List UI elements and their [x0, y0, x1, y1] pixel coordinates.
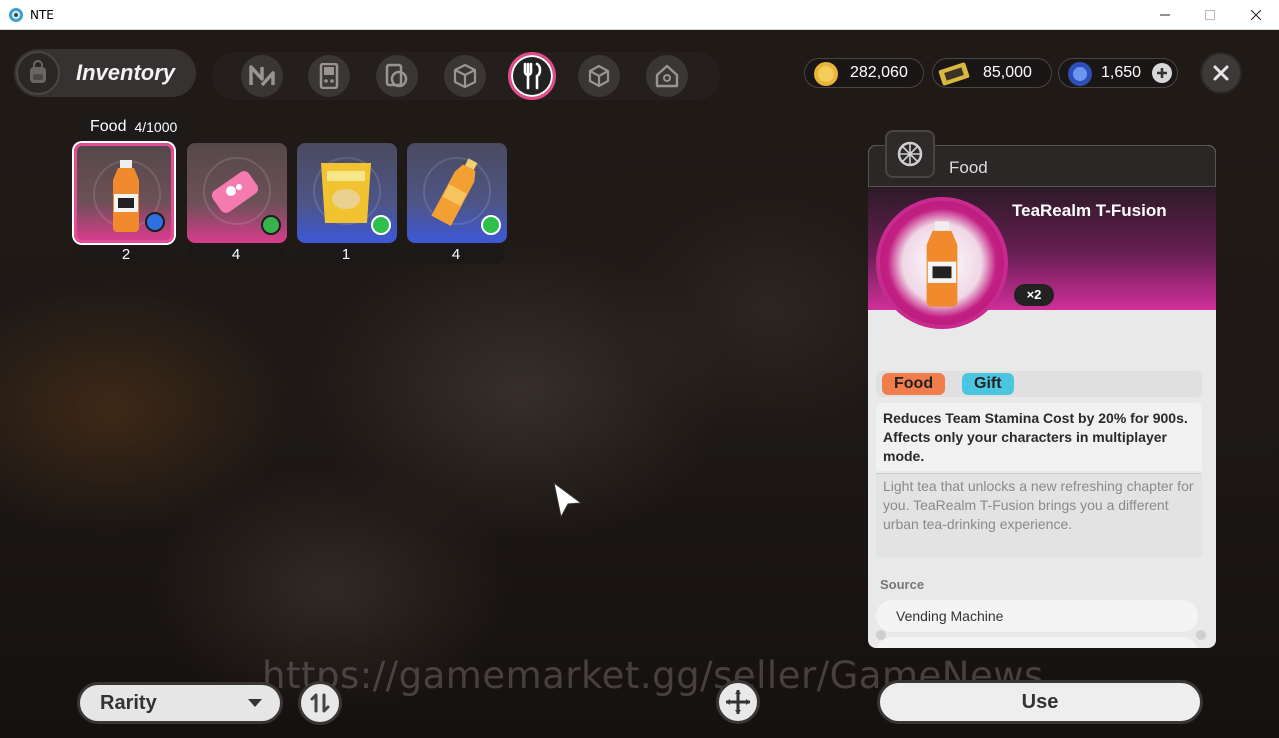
tab-all[interactable] [241, 55, 283, 97]
sort-label: Rarity [100, 692, 157, 714]
crystal-amount: 1,650 [1101, 64, 1142, 81]
close-window-button[interactable] [1233, 0, 1279, 30]
item-qty: 4 [187, 246, 285, 264]
fork-knife-icon [523, 62, 542, 90]
item-portrait [876, 197, 1008, 329]
close-icon [1213, 65, 1229, 81]
card-icon [385, 63, 408, 88]
inventory-header: Inventory [14, 49, 196, 97]
close-icon [1251, 10, 1261, 20]
tag-list: Food Gift [876, 371, 1202, 397]
sort-dropdown[interactable]: Rarity [77, 682, 283, 724]
crosshair-icon [726, 690, 750, 714]
item-qty: 4 [407, 246, 505, 264]
currency-crystal: 1,650 [1058, 58, 1178, 88]
tab-food[interactable] [508, 52, 556, 100]
home-icon [655, 64, 679, 88]
category-tabs [212, 52, 720, 100]
ticket-amount: 85,000 [983, 64, 1032, 81]
detail-hero: TeaRealm T-Fusion ×2 [868, 187, 1216, 329]
tab-items[interactable] [578, 55, 620, 97]
blue-rarity-badge-icon [145, 212, 165, 232]
item-owned-count: ×2 [1014, 284, 1054, 306]
maximize-icon [1205, 10, 1215, 20]
plus-badge-icon [481, 215, 501, 235]
cube-icon [588, 64, 610, 88]
currency-ticket: 85,000 [932, 58, 1052, 88]
ticket-icon [938, 62, 970, 86]
use-button[interactable]: Use [877, 680, 1203, 724]
handheld-device-icon [319, 63, 339, 89]
minimize-icon [1160, 14, 1170, 16]
crystal-icon [1068, 62, 1092, 86]
backpack-icon [16, 51, 60, 95]
close-inventory-button[interactable] [1200, 52, 1242, 94]
page-title: Inventory [76, 60, 176, 85]
item-detail-panel: Food TeaRealm T-Fusion ×2 Food Gift Redu… [868, 145, 1216, 648]
capacity-count: 4/1000 [134, 119, 178, 135]
item-effect: Reduces Team Stamina Cost by 20% for 900… [876, 403, 1202, 471]
tea-bottle-icon [926, 221, 958, 307]
orange-bottle-icon [431, 158, 478, 226]
source-item[interactable]: Vending Machine [876, 600, 1198, 632]
source-item[interactable]: 2-Four Convenience Store - Bridge [876, 637, 1198, 648]
tab-cards[interactable] [376, 55, 418, 97]
tab-devices[interactable] [308, 55, 350, 97]
move-button[interactable] [716, 680, 760, 724]
tab-materials[interactable] [444, 55, 486, 97]
chevron-down-icon [248, 699, 262, 707]
window-title: NTE [30, 8, 54, 22]
plus-icon [1157, 68, 1167, 78]
scroll-indicator [1196, 630, 1206, 640]
currency-gold: 282,060 [804, 58, 924, 88]
add-crystal-button[interactable] [1152, 63, 1172, 83]
item-slot[interactable] [187, 143, 287, 243]
source-heading: Source [880, 577, 925, 592]
tag-food: Food [882, 373, 946, 395]
mouse-cursor-icon [553, 481, 583, 519]
n-logo-icon [249, 65, 275, 87]
item-qty: 2 [77, 246, 175, 264]
tab-home[interactable] [646, 55, 688, 97]
tag-gift: Gift [962, 373, 1014, 395]
category-badge [885, 130, 935, 178]
maximize-button[interactable] [1187, 0, 1233, 30]
app-icon [9, 8, 23, 22]
category-count: Food 4/1000 [78, 114, 190, 140]
gold-amount: 282,060 [850, 64, 908, 81]
category-label: Food [90, 118, 127, 135]
pink-snack-icon [211, 171, 259, 213]
chips-bag-icon [321, 163, 371, 223]
box-icon [453, 63, 477, 89]
item-name: TeaRealm T-Fusion [1012, 201, 1167, 220]
window-titlebar: NTE [0, 0, 1279, 30]
game-screen: Inventory 282,060 85,000 1,650 Food 4/10… [0, 30, 1279, 738]
green-badge-icon [261, 215, 281, 235]
item-slot[interactable] [74, 143, 174, 243]
sort-order-button[interactable] [298, 681, 342, 725]
item-slot[interactable] [407, 143, 507, 243]
plus-badge-icon [371, 215, 391, 235]
tea-bottle-icon [113, 160, 139, 232]
item-slot[interactable] [297, 143, 397, 243]
gold-coin-icon [814, 62, 838, 86]
orange-slice-icon [897, 141, 923, 167]
scroll-indicator [876, 630, 886, 640]
item-qty: 1 [297, 246, 395, 264]
item-description: Light tea that unlocks a new refreshing … [876, 473, 1202, 557]
detail-category: Food [949, 158, 988, 177]
sort-arrows-icon [310, 693, 330, 713]
minimize-button[interactable] [1142, 0, 1188, 30]
